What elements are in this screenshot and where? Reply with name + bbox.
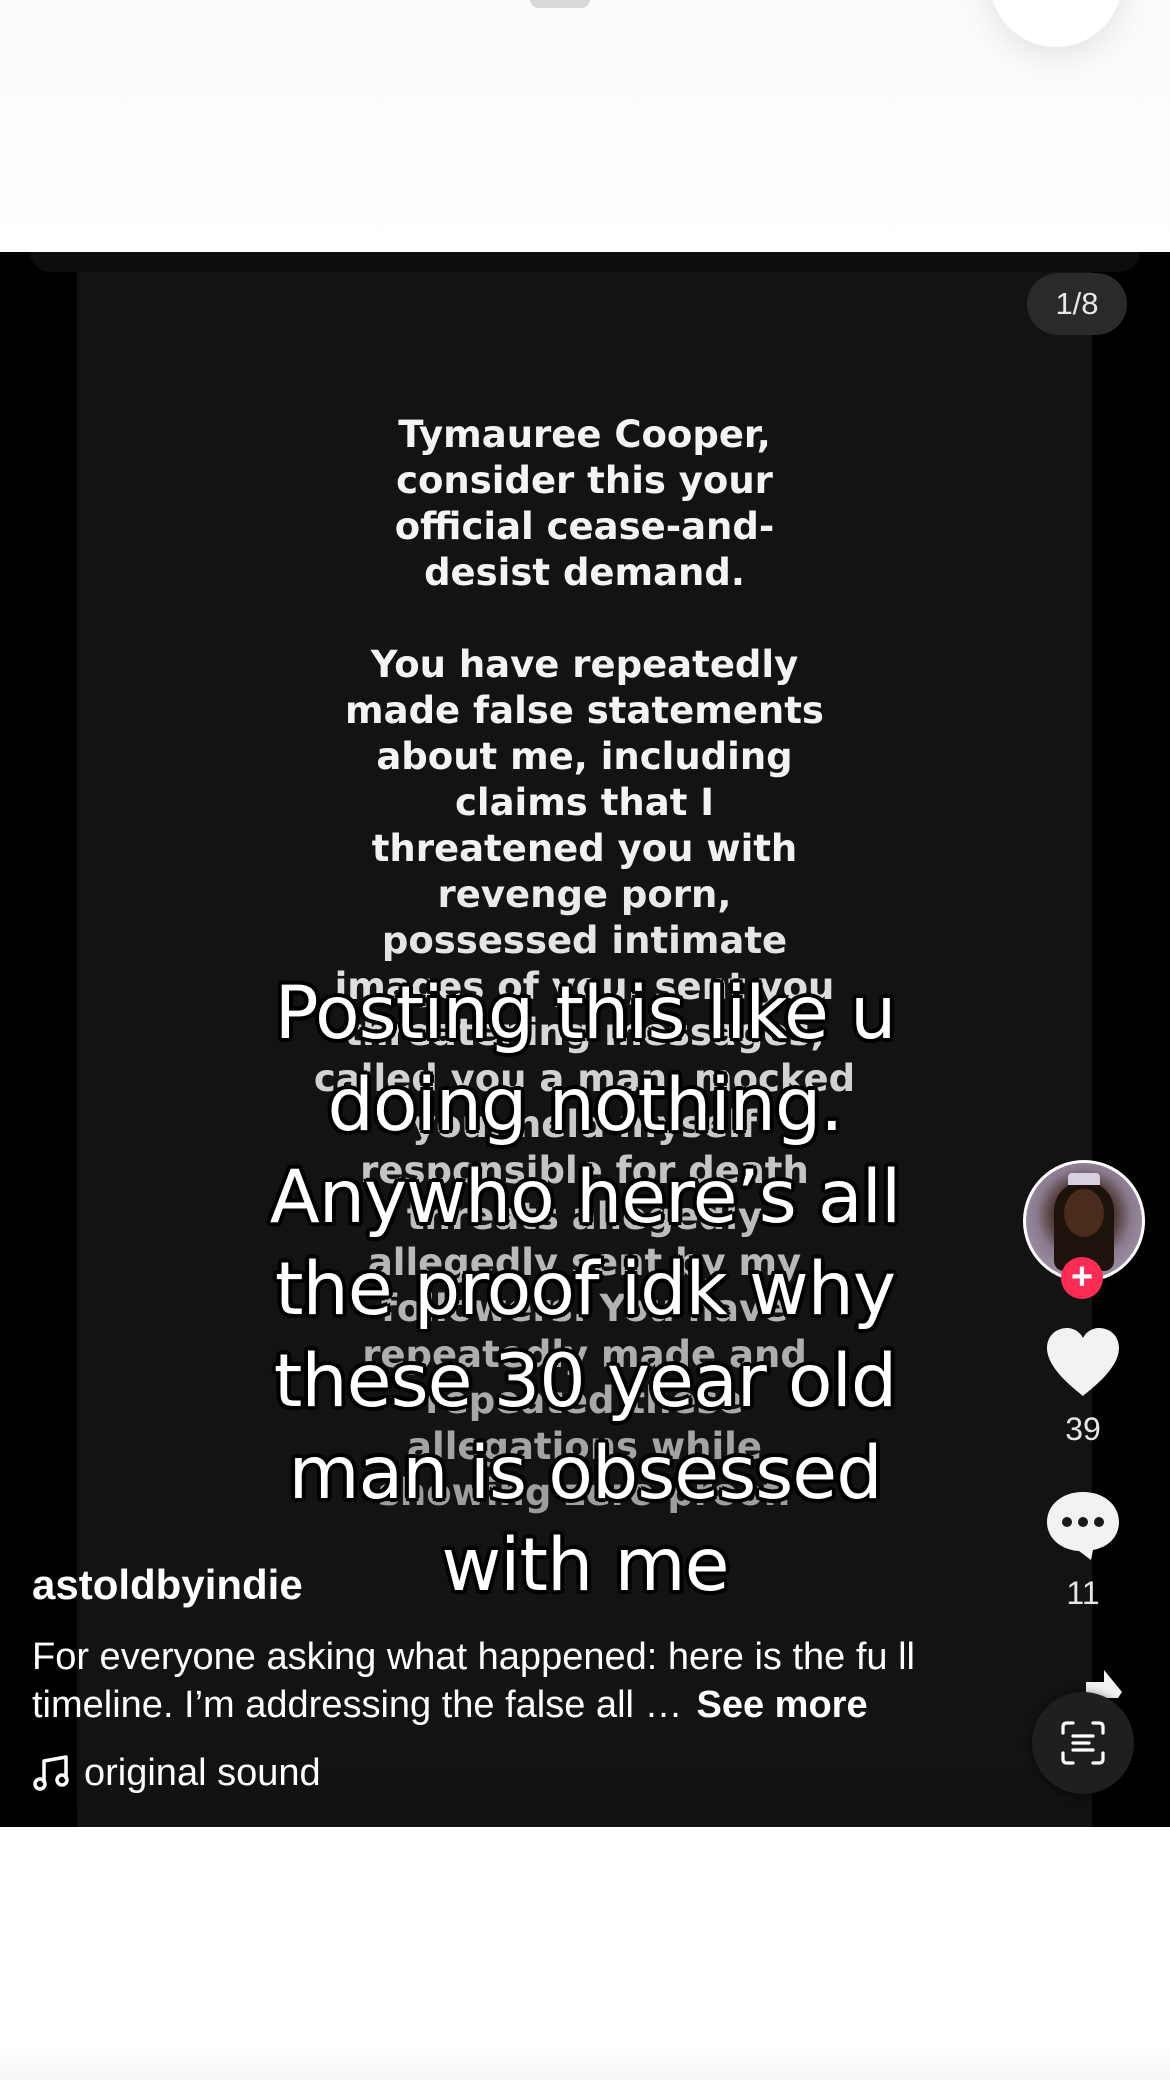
like-count: 39: [1065, 1411, 1101, 1447]
comment-button[interactable]: 11: [1023, 1488, 1143, 1613]
username[interactable]: astoldbyindie: [32, 1560, 303, 1610]
sound-link[interactable]: original sound: [32, 1748, 321, 1798]
close-icon: [1031, 0, 1081, 1]
close-button[interactable]: [990, 0, 1122, 47]
avatar-crown: [1068, 1173, 1100, 1185]
comment-count: 11: [1066, 1575, 1100, 1611]
page-counter: 1/8: [1027, 273, 1127, 335]
video-top-edge: [30, 252, 1140, 272]
see-more-link[interactable]: See more: [697, 1684, 868, 1726]
drag-handle[interactable]: [530, 0, 590, 8]
heart-icon: [1047, 1328, 1119, 1396]
sound-label: original sound: [84, 1752, 321, 1794]
avatar-face: [1064, 1189, 1104, 1237]
post-description[interactable]: For everyone asking what happened: here …: [32, 1633, 992, 1729]
overlay-caption: Posting this like u doing nothing. Anywh…: [269, 971, 901, 1608]
scan-text-button[interactable]: [1032, 1692, 1134, 1794]
top-area: [0, 0, 1170, 252]
bottom-area: [0, 1827, 1170, 2080]
text-scan-icon: [1061, 1721, 1105, 1765]
comment-icon: [1047, 1492, 1119, 1560]
music-note-icon: [33, 1755, 69, 1791]
follow-button[interactable]: +: [1061, 1257, 1103, 1299]
like-button[interactable]: 39: [1023, 1326, 1143, 1449]
